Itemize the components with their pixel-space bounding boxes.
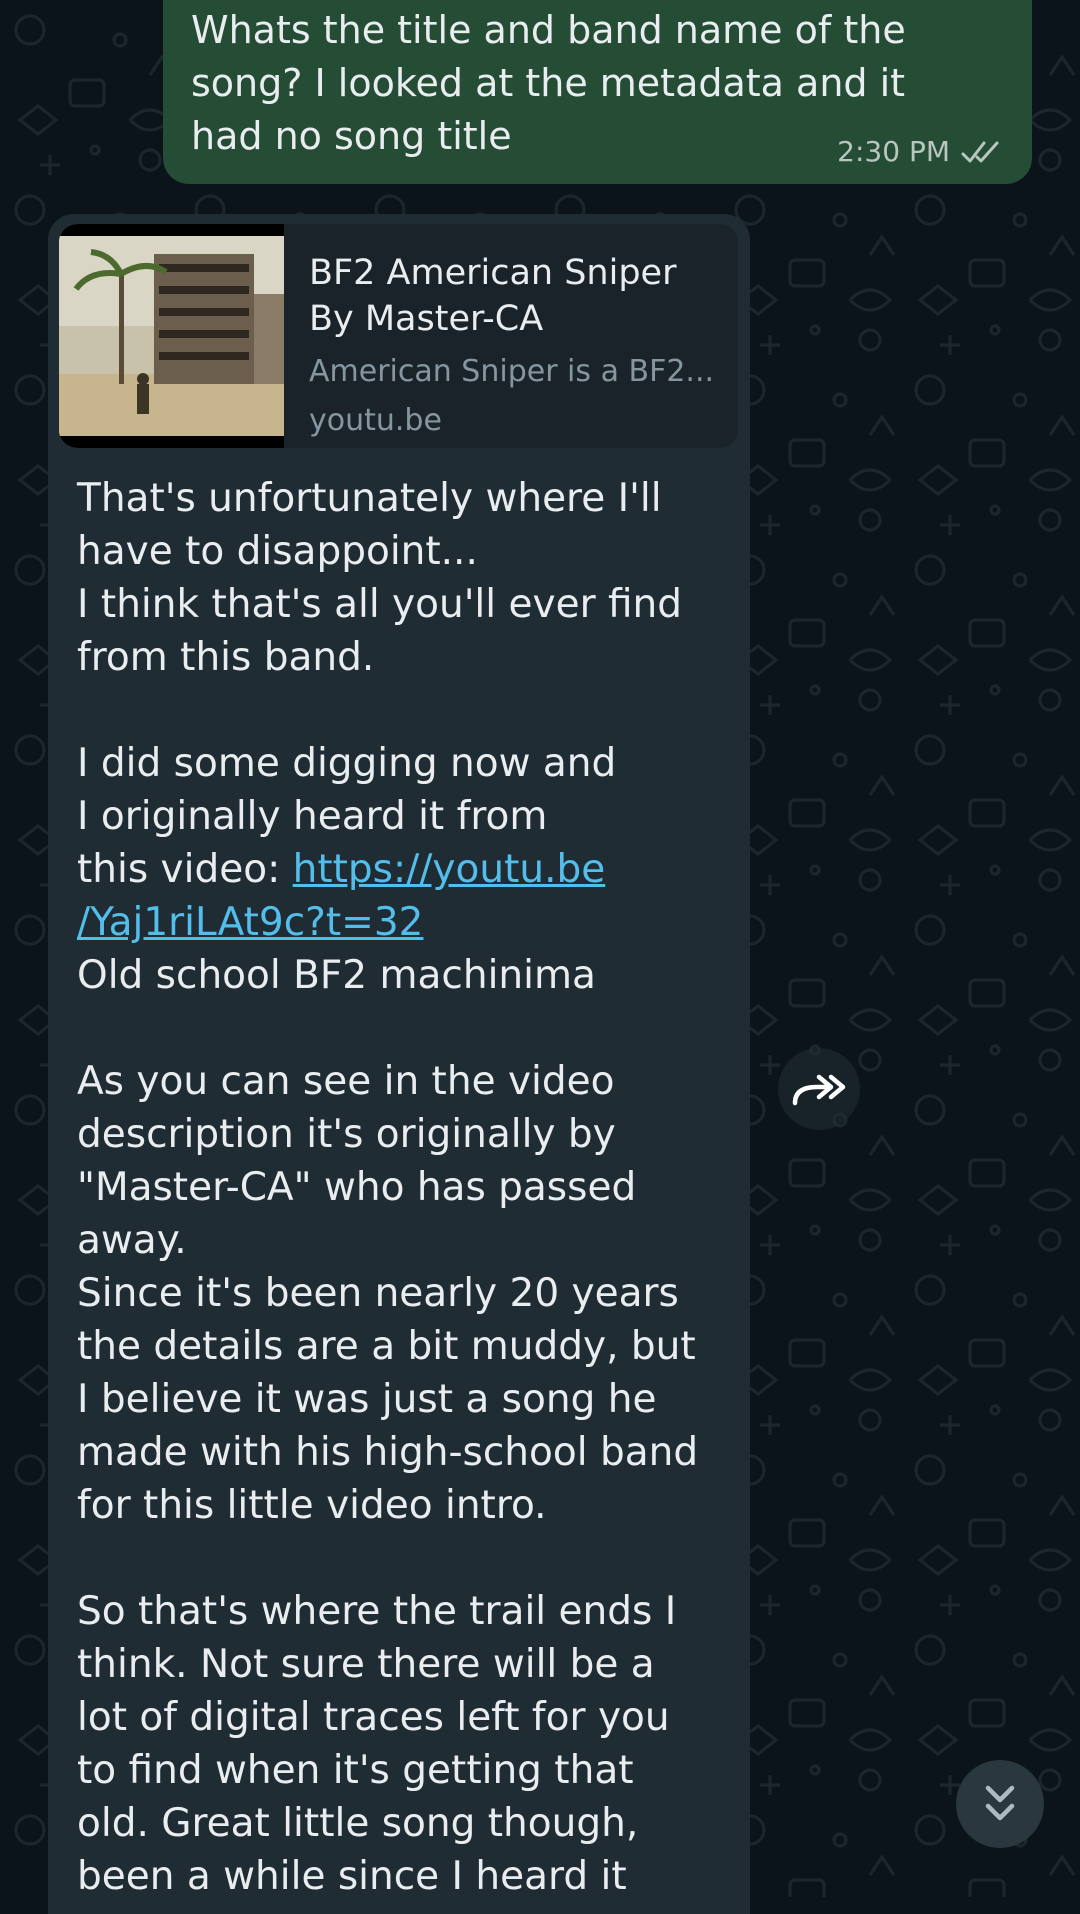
scroll-to-bottom-button[interactable] (956, 1760, 1044, 1848)
link-preview-description: American Sniper is a BF2... (309, 354, 715, 389)
incoming-message-bubble[interactable]: BF2 American Sniper By Master-CA America… (48, 214, 750, 1914)
message-paragraph: So that's where the trail ends I think. … (77, 1589, 677, 1899)
message-paragraph: I did some digging now and I originally … (77, 737, 737, 949)
message-paragraph: That's unfortunately where I'll have to … (77, 476, 683, 680)
link-preview-domain: youtu.be (309, 403, 442, 438)
link-preview-title: BF2 American Sniper By Master-CA (309, 253, 677, 339)
video-thumbnail[interactable] (59, 224, 284, 448)
incoming-message-text: That's unfortunately where I'll have to … (77, 472, 737, 1903)
double-chevron-down-icon (985, 1785, 1015, 1821)
double-check-icon (961, 141, 999, 162)
outgoing-message-bubble[interactable]: Whats the title and band name of the son… (163, 0, 1032, 184)
forward-icon (792, 1074, 846, 1106)
forward-button[interactable] (778, 1048, 860, 1130)
message-meta: 2:30 PM (837, 135, 1006, 168)
message-timestamp: 2:30 PM (837, 135, 950, 168)
message-paragraph: Old school BF2 machinima (77, 953, 596, 998)
link-preview-card[interactable]: BF2 American Sniper By Master-CA America… (59, 224, 738, 448)
message-paragraph: As you can see in the video description … (77, 1059, 699, 1528)
